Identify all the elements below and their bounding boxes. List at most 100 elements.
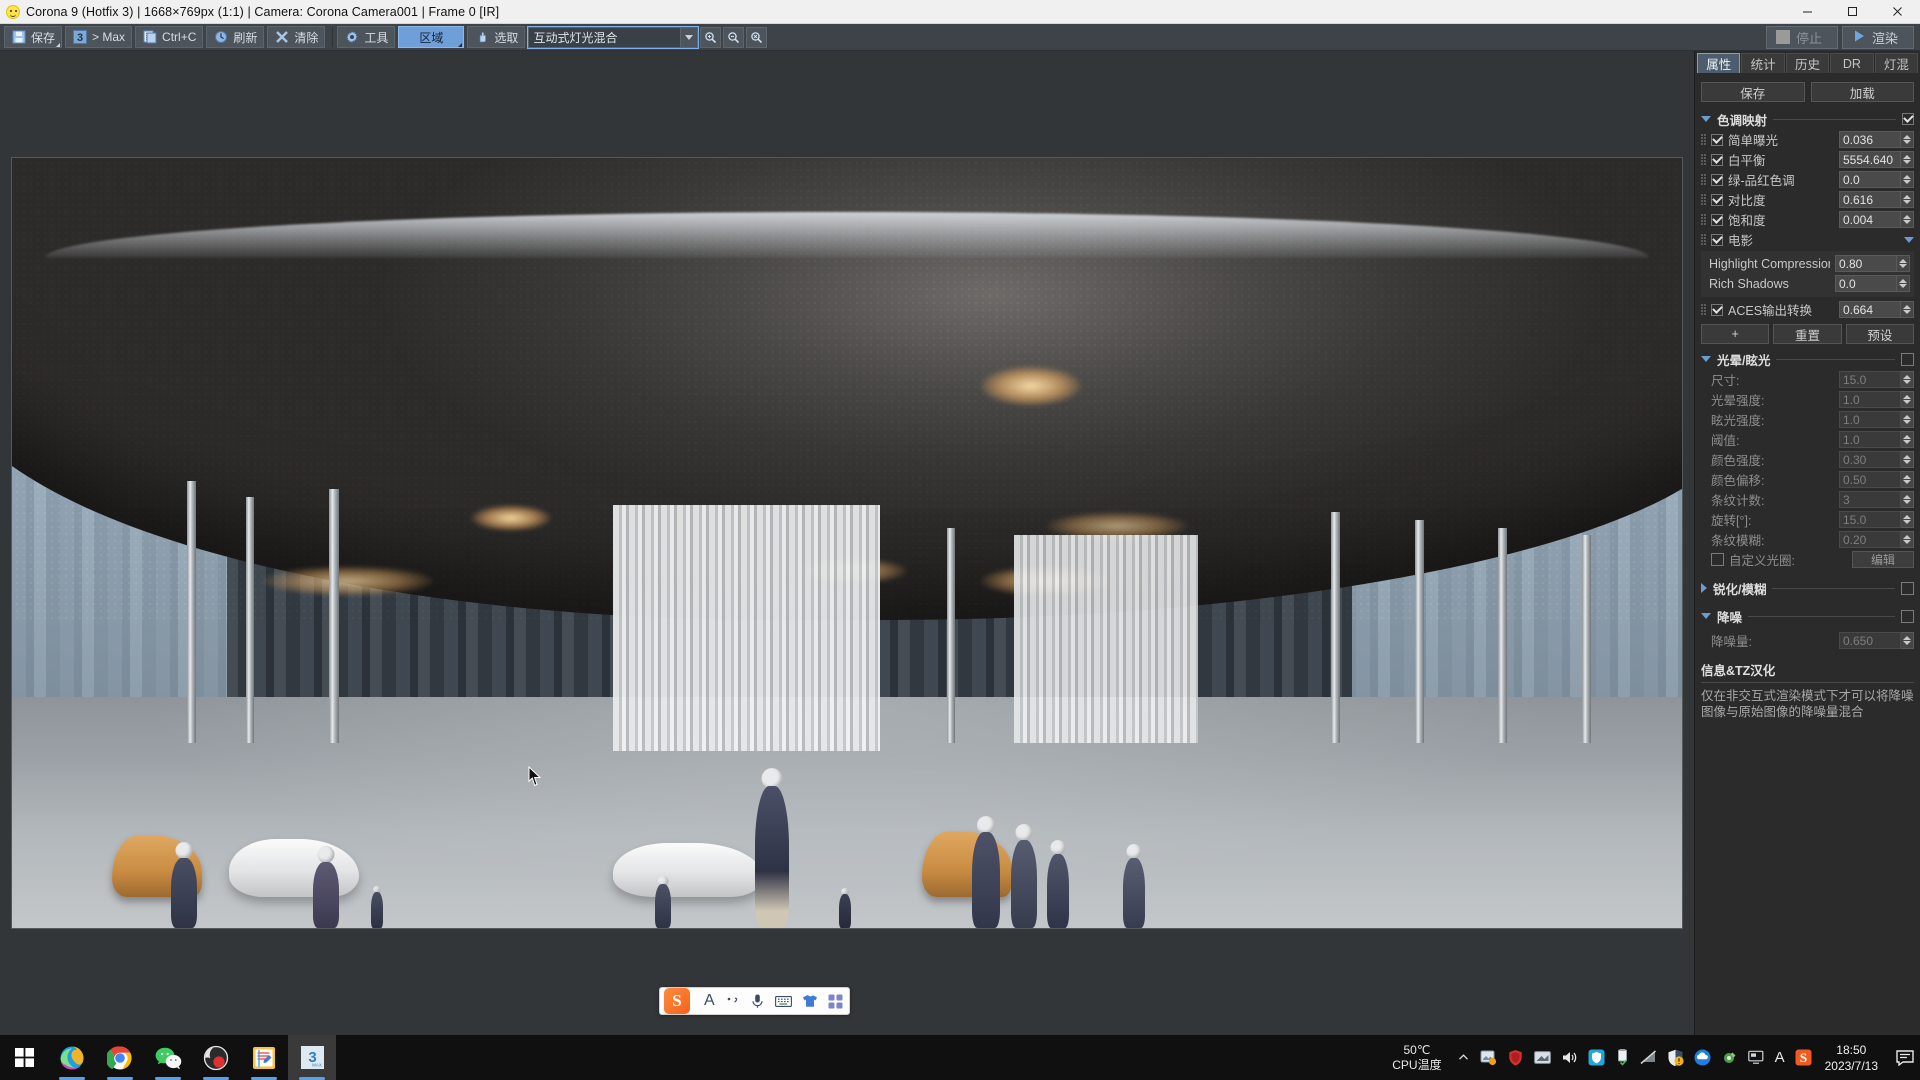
driver-icon[interactable] [1716, 1049, 1743, 1066]
saturation-stepper[interactable]: 0.004 [1839, 211, 1914, 228]
virtual-frame-buffer[interactable] [11, 157, 1683, 929]
contrast-stepper[interactable]: 0.616 [1839, 191, 1914, 208]
color-intensity-stepper[interactable]: 0.30 [1839, 451, 1914, 468]
aces-value[interactable]: 0.664 [1839, 301, 1901, 318]
contrast-value[interactable]: 0.616 [1839, 191, 1901, 208]
saturation-checkbox[interactable] [1711, 213, 1723, 226]
sogou-s-icon[interactable]: S [1790, 1049, 1817, 1066]
bloom-size-stepper[interactable]: 15.0 [1839, 371, 1914, 388]
highlight-compression-value[interactable]: 0.80 [1835, 255, 1897, 272]
rich-shadows-stepper[interactable]: 0.0 [1835, 275, 1910, 292]
simple-exposure-checkbox[interactable] [1711, 133, 1723, 146]
stepper-arrows[interactable] [1897, 255, 1910, 272]
taskbar-item-obs[interactable] [192, 1035, 240, 1080]
stepper-arrows[interactable] [1901, 431, 1914, 448]
drag-handle[interactable] [1701, 304, 1706, 315]
threshold-stepper[interactable]: 1.0 [1839, 431, 1914, 448]
security-blue-icon[interactable] [1583, 1049, 1610, 1066]
sogou-logo-icon[interactable]: S [664, 988, 690, 1014]
color-shift-value[interactable]: 0.50 [1839, 471, 1901, 488]
stepper-arrows[interactable] [1901, 531, 1914, 548]
white-balance-stepper[interactable]: 5554.640 [1839, 151, 1914, 168]
zoom-in-button[interactable] [700, 26, 722, 48]
taskbar-item-wechat[interactable] [144, 1035, 192, 1080]
threshold-value[interactable]: 1.0 [1839, 431, 1901, 448]
add-preset-button[interactable]: + [1701, 324, 1770, 344]
saturation-value[interactable]: 0.004 [1839, 211, 1901, 228]
stepper-arrows[interactable] [1901, 451, 1914, 468]
streak-blur-value[interactable]: 0.20 [1839, 531, 1901, 548]
chevron-down-icon[interactable] [1701, 613, 1711, 619]
stepper-arrows[interactable] [1901, 301, 1914, 318]
cloud-blue-icon[interactable] [1689, 1049, 1716, 1066]
refresh-button[interactable]: 刷新 [206, 26, 265, 48]
display-icon[interactable] [1743, 1050, 1770, 1065]
zoom-out-button[interactable] [723, 26, 745, 48]
chevron-down-icon[interactable] [1701, 356, 1711, 362]
taskbar-clock[interactable]: 18:50 2023/7/13 [1817, 1042, 1890, 1074]
green-magenta-value[interactable]: 0.0 [1839, 171, 1901, 188]
taskbar-item-notepad[interactable] [240, 1035, 288, 1080]
green-magenta-stepper[interactable]: 0.0 [1839, 171, 1914, 188]
denoise-enable-checkbox[interactable] [1901, 609, 1914, 623]
aces-stepper[interactable]: 0.664 [1839, 301, 1914, 318]
ime-toolbar[interactable]: S A [659, 987, 850, 1015]
chevron-down-icon[interactable] [680, 27, 698, 47]
send-to-max-button[interactable]: 3 > Max [65, 26, 133, 48]
cpu-temp-widget[interactable]: 50℃ CPU温度 [1388, 1043, 1451, 1073]
tab-lightmix[interactable]: 灯混 [1874, 53, 1919, 73]
input-mode-chinese-icon[interactable]: A [704, 992, 715, 1010]
streak-blur-stepper[interactable]: 0.20 [1839, 531, 1914, 548]
color-shift-stepper[interactable]: 0.50 [1839, 471, 1914, 488]
custom-aperture-edit-button[interactable]: 编辑 [1852, 551, 1914, 568]
chevron-down-icon[interactable] [1701, 116, 1711, 122]
color-intensity-value[interactable]: 0.30 [1839, 451, 1901, 468]
bloom-intensity-stepper[interactable]: 1.0 [1839, 391, 1914, 408]
film-collapse-icon[interactable] [1904, 236, 1914, 243]
rotation-stepper[interactable]: 15.0 [1839, 511, 1914, 528]
glare-intensity-value[interactable]: 1.0 [1839, 411, 1901, 428]
skin-shirt-icon[interactable] [802, 994, 818, 1009]
white-balance-checkbox[interactable] [1711, 153, 1723, 166]
glare-intensity-stepper[interactable]: 1.0 [1839, 411, 1914, 428]
streak-count-value[interactable]: 3 [1839, 491, 1901, 508]
streak-count-stepper[interactable]: 3 [1839, 491, 1914, 508]
taskbar-item-3dsmax[interactable]: 3 MAX [288, 1035, 336, 1080]
stepper-arrows[interactable] [1901, 211, 1914, 228]
graphics-icon[interactable] [1529, 1050, 1556, 1065]
stepper-arrows[interactable] [1897, 275, 1910, 292]
tab-history[interactable]: 历史 [1785, 53, 1830, 73]
soft-keyboard-icon[interactable] [774, 995, 792, 1008]
volume-icon[interactable] [1556, 1050, 1583, 1065]
stepper-arrows[interactable] [1901, 411, 1914, 428]
bloom-intensity-value[interactable]: 1.0 [1839, 391, 1901, 408]
notification-center-button[interactable] [1890, 1035, 1920, 1080]
rotation-value[interactable]: 15.0 [1839, 511, 1901, 528]
contrast-checkbox[interactable] [1711, 193, 1723, 206]
highlight-compression-stepper[interactable]: 0.80 [1835, 255, 1910, 272]
stepper-arrows[interactable] [1901, 491, 1914, 508]
stepper-arrows[interactable] [1901, 632, 1914, 649]
tonemapping-enable-checkbox[interactable] [1902, 113, 1914, 125]
denoise-amount-value[interactable]: 0.650 [1839, 632, 1901, 649]
simple-exposure-value[interactable]: 0.036 [1839, 131, 1901, 148]
usb-eject-icon[interactable] [1610, 1049, 1635, 1066]
chevron-right-icon[interactable] [1701, 583, 1707, 593]
show-hidden-icons-chevron[interactable] [1452, 1051, 1475, 1064]
voice-input-icon[interactable] [750, 993, 765, 1009]
bloom-size-value[interactable]: 15.0 [1839, 371, 1901, 388]
panel-save-button[interactable]: 保存 [1701, 82, 1805, 102]
stepper-arrows[interactable] [1901, 131, 1914, 148]
clear-button[interactable]: 清除 [267, 26, 326, 48]
white-balance-value[interactable]: 5554.640 [1839, 151, 1901, 168]
tab-properties[interactable]: 属性 [1697, 53, 1741, 73]
drag-handle[interactable] [1701, 234, 1706, 245]
custom-aperture-checkbox[interactable] [1711, 553, 1724, 566]
shield-red-icon[interactable] [1502, 1049, 1529, 1066]
presets-button[interactable]: 预设 [1845, 324, 1914, 344]
tab-statistics[interactable]: 统计 [1741, 53, 1785, 73]
denoise-amount-stepper[interactable]: 0.650 [1839, 632, 1914, 649]
drag-handle[interactable] [1701, 194, 1706, 205]
section-tonemapping[interactable]: 色调映射 [1701, 110, 1914, 128]
region-button[interactable]: 区域 [398, 26, 465, 48]
